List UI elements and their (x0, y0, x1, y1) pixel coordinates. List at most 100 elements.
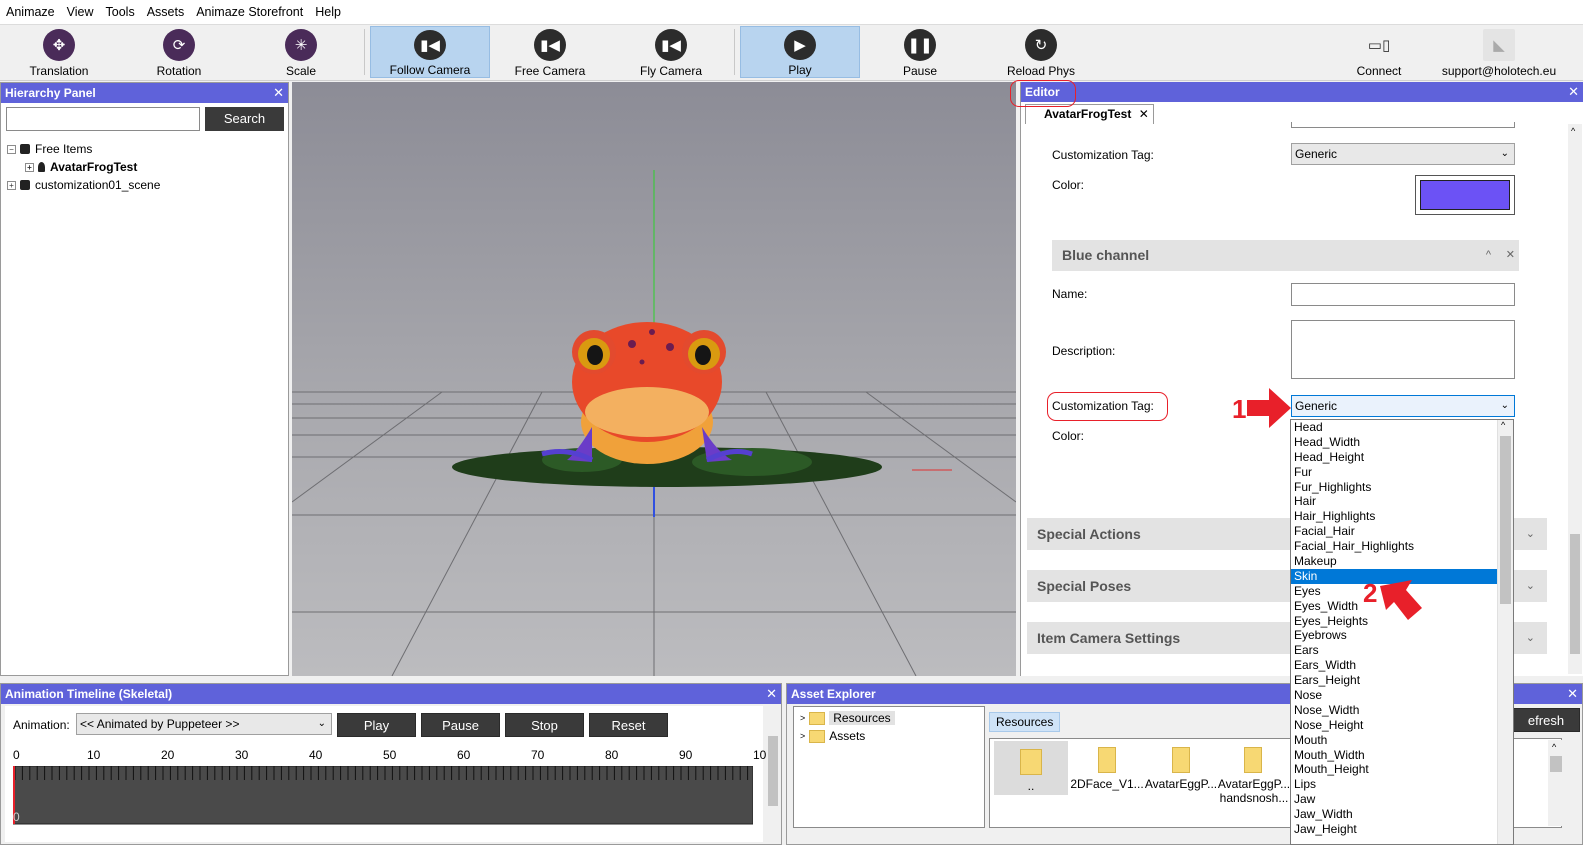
follow-camera-button[interactable]: ▮◀ Follow Camera (370, 26, 490, 78)
menu-help[interactable]: Help (309, 0, 347, 25)
animation-select[interactable]: << Animated by Puppeteer >> ⌄ (76, 713, 332, 735)
collapse-icon[interactable]: − (7, 144, 16, 154)
dropdown-option[interactable]: Nose_Height (1291, 718, 1513, 733)
editor-scrollbar[interactable]: ^ (1568, 124, 1582, 674)
tab-avatar[interactable]: AvatarFrogTest ✕ (1025, 104, 1154, 124)
dropdown-option[interactable]: Mouth_Height (1291, 762, 1513, 777)
timeline-track[interactable] (13, 766, 753, 826)
close-icon[interactable]: ✕ (1506, 240, 1515, 271)
tree-item-scene[interactable]: + customization01_scene (7, 178, 160, 192)
reload-icon: ↻ (1025, 29, 1057, 61)
anim-stop-button[interactable]: Stop (505, 713, 584, 737)
dropdown-option[interactable]: Facial_Hair_Highlights (1291, 539, 1513, 554)
camera-icon: ▮◀ (655, 29, 687, 61)
play-button[interactable]: ▶ Play (740, 26, 860, 78)
translation-button[interactable]: ✥ Translation (20, 26, 98, 78)
dropdown-option[interactable]: Fur_Highlights (1291, 480, 1513, 495)
chevron-right-icon[interactable]: > (800, 713, 805, 723)
person-icon (38, 162, 45, 172)
name-input[interactable] (1291, 283, 1515, 306)
pause-button[interactable]: ❚❚ Pause (870, 26, 970, 78)
anim-play-button[interactable]: Play (337, 713, 416, 737)
tree-item-free-items[interactable]: − Free Items (7, 142, 92, 156)
asset-tree-resources[interactable]: > Resources (800, 711, 895, 725)
menu-assets[interactable]: Assets (141, 0, 191, 25)
close-icon[interactable]: ✕ (1567, 684, 1578, 704)
breadcrumb[interactable]: Resources (989, 712, 1061, 732)
menu-view[interactable]: View (61, 0, 100, 25)
dropdown-option[interactable]: Head (1291, 420, 1513, 435)
tree-item-avatar[interactable]: + AvatarFrogTest (25, 160, 137, 174)
3d-viewport[interactable] (292, 82, 1016, 676)
menu-storefront[interactable]: Animaze Storefront (190, 0, 309, 25)
dropdown-option[interactable]: Fur (1291, 465, 1513, 480)
camera-icon: ▮◀ (414, 30, 446, 60)
expand-icon[interactable]: + (7, 180, 16, 190)
chevron-down-icon[interactable]: ⌄ (1526, 622, 1535, 654)
scrollbar-thumb[interactable] (1570, 534, 1580, 654)
dropdown-option[interactable]: Jaw_Width (1291, 807, 1513, 822)
chevron-right-icon[interactable]: > (800, 731, 805, 741)
dropdown-option[interactable]: Hair (1291, 494, 1513, 509)
account-button[interactable]: ◣ support@holotech.eu (1440, 26, 1558, 78)
connect-button[interactable]: ▭▯ Connect (1340, 26, 1418, 78)
anim-reset-button[interactable]: Reset (589, 713, 668, 737)
expand-icon[interactable]: + (25, 162, 34, 172)
scroll-up-icon[interactable]: ^ (1501, 420, 1505, 430)
asset-item[interactable]: AvatarEggP... handsnosh... (1216, 741, 1292, 811)
scroll-up-icon[interactable]: ^ (1571, 126, 1575, 136)
scrollbar-thumb[interactable] (768, 736, 778, 806)
menu-animaze[interactable]: Animaze (0, 0, 61, 25)
chevron-down-icon[interactable]: ⌄ (1526, 570, 1535, 602)
dropdown-option[interactable]: Nose_Width (1291, 703, 1513, 718)
hierarchy-search-input[interactable] (6, 107, 200, 131)
asset-item[interactable]: AvatarEggP... (1144, 741, 1218, 795)
asset-tree-assets[interactable]: > Assets (800, 729, 865, 743)
blue-channel-header[interactable]: Blue channel ^ ✕ (1052, 240, 1519, 271)
customization-tag-options[interactable]: Head Head_Width Head_Height Fur Fur_Highligh… (1290, 419, 1514, 845)
animation-scrollbar[interactable] (766, 706, 780, 842)
frog-avatar (541, 322, 753, 464)
dropdown-scrollbar[interactable]: ^ (1497, 420, 1513, 844)
dropdown-option[interactable]: Makeup (1291, 554, 1513, 569)
dropdown-option[interactable]: Head_Height (1291, 450, 1513, 465)
reload-phys-button[interactable]: ↻ Reload Phys (990, 26, 1092, 78)
dropdown-option[interactable]: Ears_Height (1291, 673, 1513, 688)
color-picker[interactable] (1415, 175, 1515, 215)
dropdown-option[interactable]: Mouth (1291, 733, 1513, 748)
description-textarea[interactable] (1291, 320, 1515, 379)
dropdown-option[interactable]: Jaw_Height (1291, 822, 1513, 837)
asset-item[interactable]: 2DFace_V1... (1070, 741, 1144, 795)
dropdown-option[interactable]: Facial_Hair (1291, 524, 1513, 539)
rotation-button[interactable]: ⟳ Rotation (140, 26, 218, 78)
dropdown-option[interactable]: Eyebrows (1291, 628, 1513, 643)
search-button[interactable]: Search (205, 107, 284, 131)
scroll-up-icon[interactable]: ^ (1552, 742, 1556, 752)
dropdown-option[interactable]: Mouth_Width (1291, 748, 1513, 763)
close-icon[interactable]: ✕ (1139, 107, 1149, 121)
chevron-down-icon[interactable]: ⌄ (1526, 518, 1535, 550)
customization-tag-select-open[interactable]: Generic ⌄ (1291, 395, 1515, 417)
dropdown-option[interactable]: Jaw (1291, 792, 1513, 807)
free-camera-button[interactable]: ▮◀ Free Camera (500, 26, 600, 78)
scrollbar-thumb[interactable] (1500, 436, 1511, 604)
scrollbar-thumb[interactable] (1550, 756, 1562, 772)
anim-pause-button[interactable]: Pause (421, 713, 500, 737)
scale-button[interactable]: ✳ Scale (262, 26, 340, 78)
asset-scrollbar[interactable]: ^ (1548, 740, 1564, 826)
fly-camera-button[interactable]: ▮◀ Fly Camera (621, 26, 721, 78)
close-icon[interactable]: ✕ (766, 684, 777, 704)
close-icon[interactable]: ✕ (273, 83, 284, 103)
dropdown-option[interactable]: Nose (1291, 688, 1513, 703)
dropdown-option[interactable]: Head_Width (1291, 435, 1513, 450)
dropdown-option[interactable]: Ears (1291, 643, 1513, 658)
menu-tools[interactable]: Tools (100, 0, 141, 25)
dropdown-option[interactable]: Lips (1291, 777, 1513, 792)
customization-tag-select[interactable]: Generic ⌄ (1291, 143, 1515, 165)
close-icon[interactable]: ✕ (1568, 82, 1579, 102)
dropdown-option[interactable]: Hair_Highlights (1291, 509, 1513, 524)
refresh-button[interactable]: efresh (1512, 708, 1580, 732)
dropdown-option[interactable]: Ears_Width (1291, 658, 1513, 673)
chevron-up-icon[interactable]: ^ (1486, 240, 1491, 271)
asset-item[interactable]: .. (994, 741, 1068, 795)
